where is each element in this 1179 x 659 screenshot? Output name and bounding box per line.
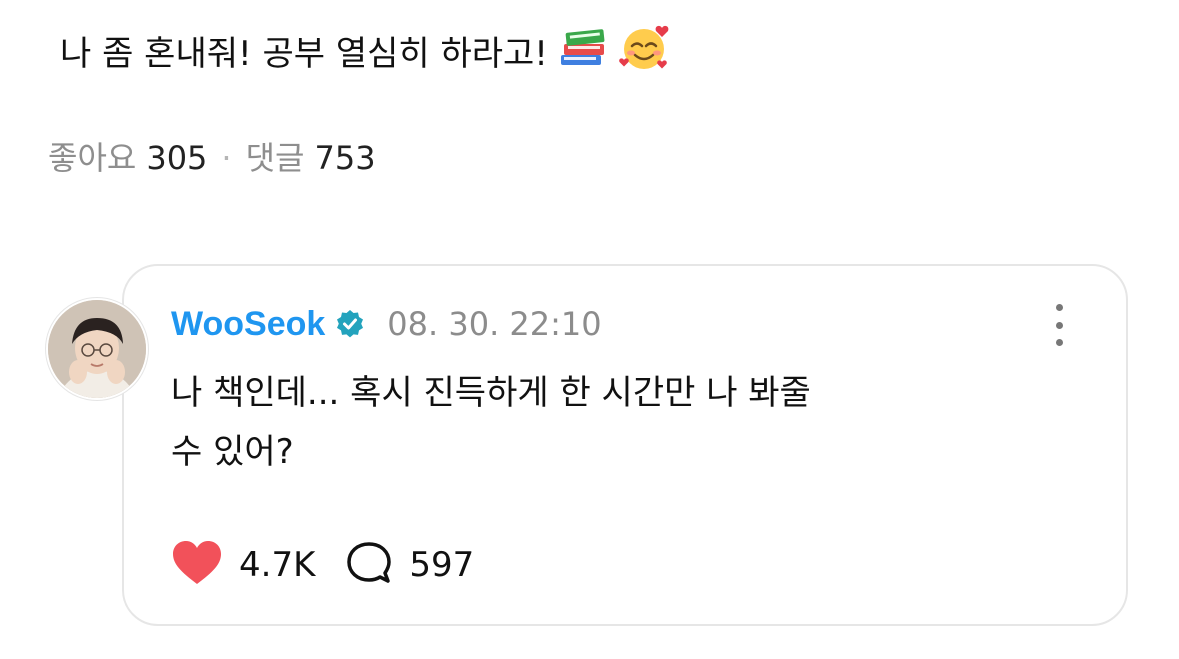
more-dot-icon bbox=[1055, 321, 1063, 329]
author-name[interactable]: WooSeok bbox=[171, 305, 325, 344]
comment-header: WooSeok 08. 30. 22:10 bbox=[171, 300, 602, 348]
comment-timestamp: 08. 30. 22:10 bbox=[387, 305, 602, 343]
stats-separator: · bbox=[221, 139, 232, 177]
like-button[interactable]: 4.7K bbox=[171, 540, 315, 590]
likes-count[interactable]: 305 bbox=[146, 139, 207, 177]
reply-button[interactable]: 597 bbox=[345, 540, 474, 590]
post-body: 나 좀 혼내줘! 공부 열심히 하라고! bbox=[60, 33, 548, 74]
books-icon bbox=[558, 25, 608, 82]
comments-count[interactable]: 753 bbox=[314, 139, 375, 177]
more-dot-icon bbox=[1055, 304, 1063, 311]
verified-badge-icon bbox=[335, 309, 365, 339]
comment-actions: 4.7K 597 bbox=[171, 540, 474, 590]
reply-count: 597 bbox=[409, 545, 475, 585]
avatar[interactable] bbox=[46, 298, 148, 400]
speech-bubble-icon bbox=[345, 540, 393, 590]
comment-line-1: 나 책인데... 혹시 진득하게 한 시간만 나 봐줄 bbox=[171, 373, 811, 413]
smiling-face-with-hearts-icon bbox=[618, 22, 672, 85]
comments-label[interactable]: 댓글 bbox=[246, 139, 305, 177]
post-stats: 좋아요 305 · 댓글 753 bbox=[48, 136, 376, 180]
more-dot-icon bbox=[1055, 339, 1063, 346]
like-count: 4.7K bbox=[239, 545, 316, 585]
comment-text: 나 책인데... 혹시 진득하게 한 시간만 나 봐줄 수 있어? bbox=[171, 364, 991, 482]
comment-line-2: 수 있어? bbox=[171, 432, 294, 472]
heart-icon bbox=[171, 540, 223, 590]
post-text: 나 좀 혼내줘! 공부 열심히 하라고! bbox=[60, 22, 672, 85]
more-options-button[interactable] bbox=[1044, 304, 1074, 346]
likes-label[interactable]: 좋아요 bbox=[48, 139, 136, 177]
